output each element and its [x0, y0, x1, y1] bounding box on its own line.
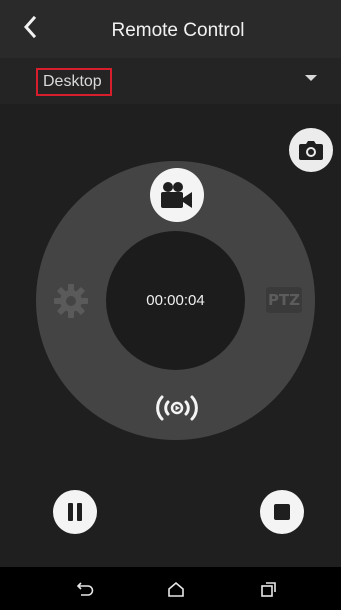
snapshot-button[interactable]	[289, 128, 333, 172]
page-title: Remote Control	[111, 20, 245, 41]
stop-button[interactable]	[260, 490, 304, 534]
pause-button[interactable]	[53, 490, 97, 534]
settings-button[interactable]	[50, 280, 92, 322]
nav-back-icon	[76, 582, 94, 596]
device-select[interactable]: Desktop	[36, 68, 112, 96]
live-broadcast-button[interactable]	[150, 386, 204, 430]
nav-home-button[interactable]	[163, 576, 189, 602]
dropdown-arrow-icon[interactable]	[305, 75, 317, 81]
system-navigation-bar	[0, 567, 341, 610]
camera-icon	[299, 141, 323, 160]
nav-recents-icon	[261, 582, 276, 597]
video-camera-icon	[161, 182, 192, 208]
record-button[interactable]	[150, 168, 204, 222]
nav-recents-button[interactable]	[256, 576, 282, 602]
stop-icon	[274, 504, 290, 520]
recording-timer: 00:00:04	[146, 292, 205, 309]
gear-icon	[54, 284, 88, 318]
ptz-button[interactable]: PTZ	[266, 287, 302, 313]
pause-icon	[68, 503, 82, 521]
app-bar: Remote Control	[0, 0, 341, 58]
device-selector-row[interactable]: Desktop	[0, 58, 341, 104]
nav-home-icon	[168, 581, 184, 597]
broadcast-icon	[156, 395, 198, 421]
remote-control-screen: Remote Control Desktop 00:00:04 PTZ	[0, 0, 341, 610]
nav-back-button[interactable]	[72, 576, 98, 602]
